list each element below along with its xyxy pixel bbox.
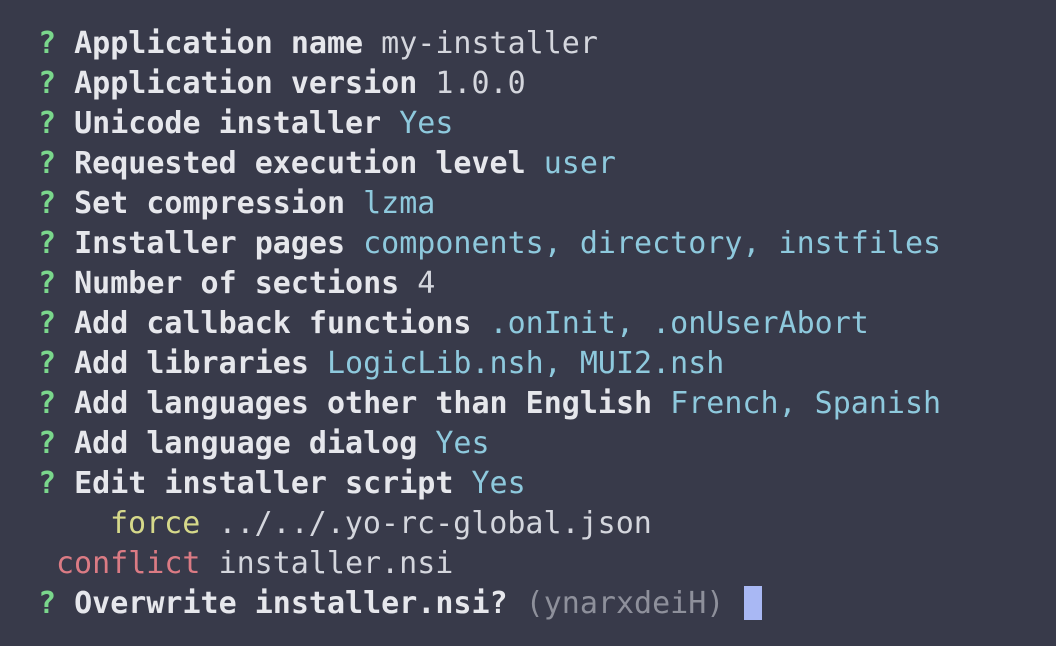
question-mark: ? (38, 466, 57, 501)
prompt-label: Number of sections (74, 266, 400, 301)
prompt-line: ? Number of sections 4 (38, 264, 1056, 304)
prompt-answer: user (543, 146, 616, 181)
prompt-label: Add languages other than English (74, 386, 653, 421)
prompt-label: Installer pages (74, 226, 346, 261)
prompt-label: Requested execution level (74, 146, 526, 181)
conflict-line: conflict installer.nsi (38, 544, 1056, 584)
prompt-answer: Yes (399, 106, 454, 141)
prompt-label: Application name (74, 26, 364, 61)
question-mark: ? (38, 66, 57, 101)
prompt-answer: LogicLib.nsh, MUI2.nsh (327, 346, 725, 381)
prompt-line: ? Add libraries LogicLib.nsh, MUI2.nsh (38, 344, 1056, 384)
question-mark: ? (38, 386, 57, 421)
prompt-line: ? Unicode installer Yes (38, 104, 1056, 144)
prompt-label: Set compression (74, 186, 346, 221)
question-mark: ? (38, 226, 57, 261)
prompt-label: Unicode installer (74, 106, 382, 141)
prompt-line: ? Set compression lzma (38, 184, 1056, 224)
prompt-label: Add language dialog (74, 426, 418, 461)
prompt-answer: French, Spanish (670, 386, 942, 421)
prompt-line: ? Add callback functions .onInit, .onUse… (38, 304, 1056, 344)
prompt-answer: Yes (435, 426, 490, 461)
conflict-status: conflict (56, 546, 201, 581)
question-mark: ? (38, 26, 57, 61)
overwrite-prompt-line[interactable]: ? Overwrite installer.nsi? (ynarxdeiH) (38, 584, 1056, 624)
prompt-line: ? Add language dialog Yes (38, 424, 1056, 464)
force-line: force ../../.yo-rc-global.json (38, 504, 1056, 544)
prompt-label: Add libraries (74, 346, 309, 381)
prompt-answer: components, directory, instfiles (363, 226, 942, 261)
prompt-line: ? Add languages other than English Frenc… (38, 384, 1056, 424)
question-mark: ? (38, 586, 57, 621)
conflict-file-path: installer.nsi (218, 546, 454, 581)
prompt-line: ? Edit installer script Yes (38, 464, 1056, 504)
prompt-line: ? Application version 1.0.0 (38, 64, 1056, 104)
prompt-line: ? Application name my-installer (38, 24, 1056, 64)
prompt-answer: .onInit, .onUserAbort (489, 306, 869, 341)
prompt-answer: 1.0.0 (435, 66, 526, 101)
question-mark: ? (38, 306, 57, 341)
question-mark: ? (38, 106, 57, 141)
prompt-answer: 4 (417, 266, 436, 301)
prompt-label: Application version (74, 66, 418, 101)
question-mark: ? (38, 146, 57, 181)
prompt-answer: Yes (471, 466, 526, 501)
prompt-answer: my-installer (381, 26, 598, 61)
prompt-line: ? Requested execution level user (38, 144, 1056, 184)
prompt-line: ? Installer pages components, directory,… (38, 224, 1056, 264)
question-mark: ? (38, 346, 57, 381)
question-mark: ? (38, 426, 57, 461)
force-file-path: ../../.yo-rc-global.json (218, 506, 652, 541)
overwrite-options-hint: (ynarxdeiH) (525, 586, 725, 621)
overwrite-prompt-label: Overwrite installer.nsi? (74, 586, 508, 621)
prompt-answer: lzma (363, 186, 436, 221)
terminal-window: ? Application name my-installer ? Applic… (0, 0, 1056, 646)
prompt-label: Edit installer script (74, 466, 454, 501)
prompt-label: Add callback functions (74, 306, 472, 341)
force-status: force (110, 506, 201, 541)
question-mark: ? (38, 186, 57, 221)
text-cursor[interactable] (744, 586, 763, 620)
question-mark: ? (38, 266, 57, 301)
